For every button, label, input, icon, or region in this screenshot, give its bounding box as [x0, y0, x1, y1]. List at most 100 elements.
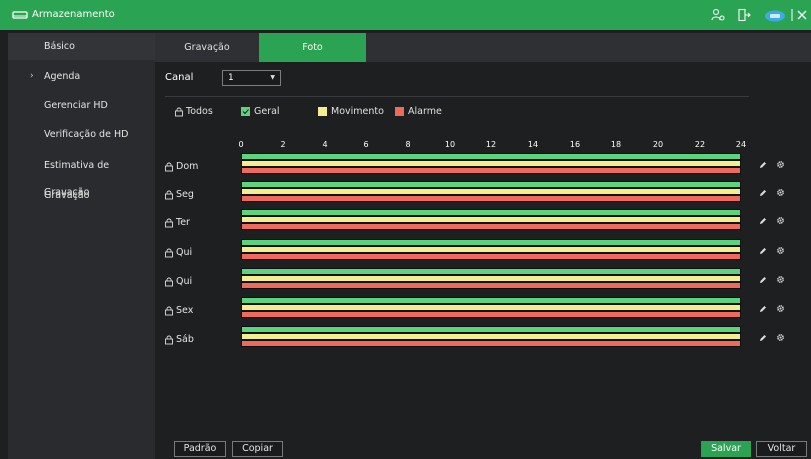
alarme-timeline-bar[interactable]	[241, 311, 741, 318]
movimento-timeline-bar[interactable]	[241, 216, 741, 223]
divider	[165, 96, 749, 97]
title-bar: Armazenamento	[0, 0, 811, 30]
legend-todos: Todos	[186, 106, 213, 117]
edit-icon[interactable]	[759, 276, 767, 284]
day-label: Qui	[176, 247, 193, 258]
lock-icon[interactable]	[164, 335, 174, 345]
legend-alarme: Alarme	[408, 106, 442, 117]
tab-gravacao[interactable]: Gravação	[155, 33, 259, 62]
lock-icon[interactable]	[164, 277, 174, 287]
hour-label: 18	[610, 140, 622, 149]
movimento-timeline-bar[interactable]	[241, 275, 741, 282]
lock-icon[interactable]	[164, 248, 174, 258]
alarme-timeline-bar[interactable]	[241, 282, 741, 289]
edit-icon[interactable]	[759, 305, 767, 313]
hour-label: 2	[280, 140, 286, 149]
geral-timeline-bar[interactable]	[241, 209, 741, 216]
geral-timeline-bar[interactable]	[241, 153, 741, 160]
geral-timeline-bar[interactable]	[241, 181, 741, 188]
legend-movimento: Movimento	[331, 106, 384, 117]
lock-icon[interactable]	[164, 190, 174, 200]
legend-geral: Geral	[254, 106, 280, 117]
edit-icon[interactable]	[759, 189, 767, 197]
logout-icon[interactable]	[737, 8, 751, 22]
movimento-timeline-bar[interactable]	[241, 304, 741, 311]
chevron-right-icon: ›	[30, 71, 34, 81]
lock-icon[interactable]	[164, 218, 174, 228]
alarme-timeline-bar[interactable]	[241, 223, 741, 230]
back-button[interactable]: Voltar	[756, 441, 807, 457]
sidebar-item-basico[interactable]: Básico	[8, 33, 155, 60]
default-button[interactable]: Padrão	[174, 441, 226, 457]
movimento-swatch[interactable]	[318, 107, 327, 116]
dropdown-arrow-icon: ▼	[270, 74, 275, 81]
tab-bar: Gravação Foto	[155, 33, 811, 62]
sidebar-item-label: Agenda	[44, 71, 81, 82]
gear-icon[interactable]	[776, 216, 785, 225]
hour-label: 10	[444, 140, 456, 149]
sidebar-item-agenda[interactable]: › Agenda	[8, 63, 155, 90]
hour-label: 16	[569, 140, 581, 149]
cloud-icon[interactable]	[764, 8, 786, 22]
edit-icon[interactable]	[759, 247, 767, 255]
schedule-row-sab: Sáb	[155, 326, 811, 354]
geral-checkbox[interactable]	[241, 107, 250, 116]
day-label: Ter	[176, 217, 190, 228]
edit-icon[interactable]	[759, 334, 767, 342]
sidebar-item-verificacao-hd[interactable]: Verificação de HD	[8, 121, 155, 148]
hour-label: 12	[485, 140, 497, 149]
alarme-timeline-bar[interactable]	[241, 340, 741, 347]
tab-foto[interactable]: Foto	[259, 33, 366, 62]
sidebar-item-estimativa[interactable]: Estimativa de Gravação	[8, 152, 155, 198]
copy-button[interactable]: Copiar	[232, 441, 283, 457]
sidebar-item-label: Gravação	[44, 190, 90, 201]
sidebar-item-label: Gerenciar HD	[44, 100, 108, 111]
alarme-timeline-bar[interactable]	[241, 167, 741, 174]
hour-label: 0	[238, 140, 244, 149]
sidebar-item-gravacao[interactable]: Gravação	[8, 182, 155, 209]
gear-icon[interactable]	[776, 246, 785, 255]
sidebar-item-label: Básico	[44, 41, 75, 52]
gear-icon[interactable]	[776, 188, 785, 197]
day-label: Dom	[176, 161, 199, 172]
save-button[interactable]: Salvar	[701, 441, 751, 457]
sidebar: Básico › Agenda Gerenciar HD Verificação…	[8, 33, 155, 459]
schedule-row-sex: Sex	[155, 297, 811, 325]
day-label: Sáb	[176, 334, 194, 345]
geral-timeline-bar[interactable]	[241, 268, 741, 275]
alarme-timeline-bar[interactable]	[241, 195, 741, 202]
main-panel: Gravação Foto Canal 1 ▼ Todos Geral Movi…	[155, 33, 811, 459]
gear-icon[interactable]	[776, 333, 785, 342]
geral-timeline-bar[interactable]	[241, 326, 741, 333]
day-label: Seg	[176, 189, 194, 200]
hour-label: 24	[735, 140, 747, 149]
alarme-swatch[interactable]	[395, 107, 404, 116]
movimento-timeline-bar[interactable]	[241, 160, 741, 167]
schedule-row-qui-1: Qui	[155, 239, 811, 267]
movimento-timeline-bar[interactable]	[241, 333, 741, 340]
schedule-row-ter: Ter	[155, 209, 811, 237]
storage-icon	[12, 11, 28, 19]
day-label: Qui	[176, 276, 193, 287]
schedule-row-dom: Dom	[155, 153, 811, 181]
lock-icon[interactable]	[164, 306, 174, 316]
movimento-timeline-bar[interactable]	[241, 188, 741, 195]
edit-icon[interactable]	[759, 161, 767, 169]
geral-timeline-bar[interactable]	[241, 239, 741, 246]
alarme-timeline-bar[interactable]	[241, 253, 741, 260]
close-icon[interactable]	[797, 8, 807, 22]
hour-label: 6	[363, 140, 369, 149]
movimento-timeline-bar[interactable]	[241, 246, 741, 253]
gear-icon[interactable]	[776, 304, 785, 313]
edit-icon[interactable]	[759, 217, 767, 225]
channel-select[interactable]: 1 ▼	[222, 70, 281, 86]
lock-icon[interactable]	[164, 162, 174, 172]
sidebar-item-gerenciar-hd[interactable]: Gerenciar HD	[8, 92, 155, 119]
geral-timeline-bar[interactable]	[241, 297, 741, 304]
gear-icon[interactable]	[776, 160, 785, 169]
gear-icon[interactable]	[776, 275, 785, 284]
hour-label: 4	[322, 140, 328, 149]
user-icon[interactable]	[711, 8, 725, 22]
channel-label: Canal	[165, 72, 194, 83]
lock-icon[interactable]	[174, 107, 184, 117]
